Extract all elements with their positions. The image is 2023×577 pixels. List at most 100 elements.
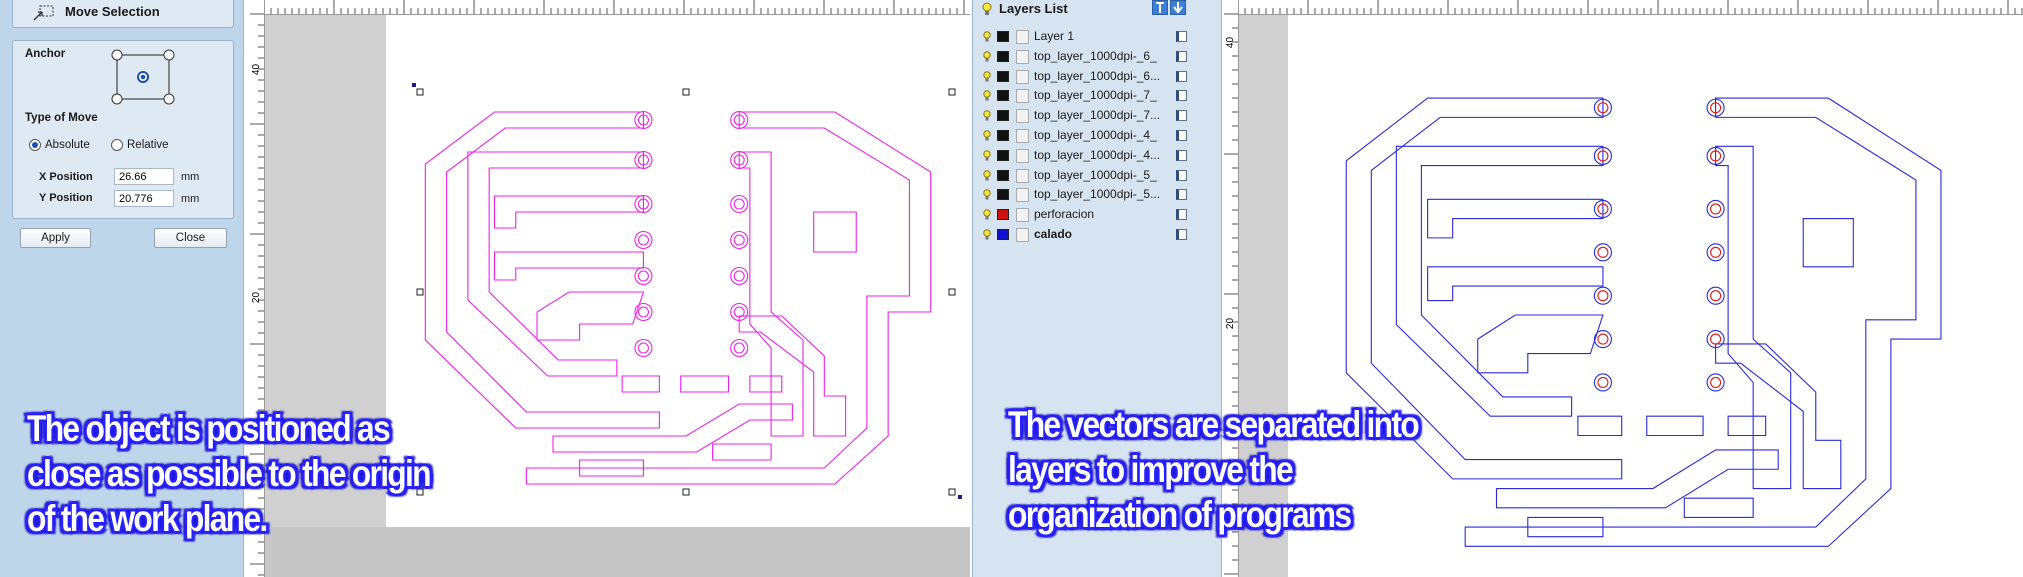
layer-color-swatch[interactable] [997,90,1009,102]
layer-color-swatch[interactable] [997,70,1009,82]
y-position-label: Y Position [39,192,93,204]
layers-list-title: Layers List [999,1,1068,16]
layer-lock-icon[interactable] [1176,110,1187,122]
relative-radio[interactable] [111,139,123,151]
pcb-pad [1593,330,1612,349]
pcb-drill-hole [1710,376,1722,389]
layer-color-swatch[interactable] [997,209,1009,221]
layer-lock-icon[interactable] [1176,229,1187,240]
layer-row[interactable]: perforacion [973,205,1213,224]
layer-color-swatch[interactable] [997,31,1009,42]
selection-handle [416,288,424,296]
pcb-pad [634,338,653,358]
layer-lock-icon[interactable] [1176,50,1187,62]
layer-color-swatch[interactable] [997,130,1009,141]
layer-thumbnail-icon [1016,168,1029,183]
visibility-bulb-icon[interactable] [983,149,991,167]
anchor-label: Anchor [25,48,66,60]
pcb-pad [634,266,653,286]
layer-row[interactable]: top_layer_1000dpi-_7... [973,106,1213,125]
visibility-bulb-icon[interactable] [983,70,991,88]
layer-name: top_layer_1000dpi-_7... [1034,108,1161,123]
pcb-pad [730,194,749,214]
layer-row[interactable]: Layer 1 [973,27,1213,46]
pcb-pad [1593,243,1612,262]
pcb-pad [1706,199,1725,219]
layer-thumbnail-icon [1016,129,1029,143]
layer-color-swatch[interactable] [997,229,1009,240]
layer-color-swatch[interactable] [997,149,1009,161]
move-layer-top-icon[interactable] [1152,0,1168,15]
pcb-drill-hole [1710,246,1722,258]
caption-right: The vectors are separated into layers to… [1008,404,1420,535]
visibility-bulb-icon[interactable] [983,188,991,206]
move-options-box: Anchor Type of Move Absolute Relative X … [12,40,234,219]
move-layer-down-icon[interactable] [1170,0,1186,15]
pcb-drill-hole [1597,290,1609,302]
layer-row[interactable]: top_layer_1000dpi-_4... [973,146,1213,165]
pcb-pad [634,302,653,322]
layer-row[interactable]: calado [973,225,1213,244]
y-position-input[interactable] [114,190,174,207]
layer-row[interactable]: top_layer_1000dpi-_6_ [973,47,1213,66]
pcb-drill-hole [1597,376,1609,389]
pcb-trace [425,112,659,428]
pcb-drill-hole [1710,203,1722,215]
layer-thumbnail-icon [1016,208,1029,223]
selection-handle [682,488,690,496]
layer-name: top_layer_1000dpi-_7_ [1034,88,1157,103]
layer-lock-icon[interactable] [1176,169,1187,181]
layer-lock-icon[interactable] [1176,149,1187,161]
layer-lock-icon[interactable] [1176,90,1187,102]
selection-handle [682,88,690,96]
layer-row[interactable]: top_layer_1000dpi-_4_ [973,126,1213,145]
visibility-bulb-icon[interactable] [983,129,991,147]
layer-name: top_layer_1000dpi-_6... [1034,68,1161,83]
layer-row[interactable]: top_layer_1000dpi-_7_ [973,86,1213,105]
pcb-drill-hole [637,306,649,318]
x-position-input[interactable] [114,168,174,185]
visibility-bulb-icon[interactable] [983,228,991,246]
visibility-bulb-icon[interactable] [983,109,991,127]
visibility-bulb-icon[interactable] [983,89,991,107]
layer-color-swatch[interactable] [997,189,1009,201]
layer-color-swatch[interactable] [997,169,1009,181]
pcb-drill-hole [1710,333,1722,345]
visibility-bulb-icon[interactable] [983,208,991,226]
pcb-trace [814,212,857,252]
close-button[interactable]: Close [154,228,227,248]
layer-lock-icon[interactable] [1176,189,1187,201]
pcb-drill-hole [637,270,649,282]
layer-lock-icon[interactable] [1176,31,1187,42]
absolute-label: Absolute [45,139,90,151]
y-unit-label: mm [181,193,200,205]
pcb-pad [634,230,653,250]
pcb-trace [739,152,803,436]
layer-row[interactable]: top_layer_1000dpi-_5... [973,185,1213,204]
visibility-bulb-icon[interactable] [983,169,991,187]
layer-row[interactable]: top_layer_1000dpi-_6... [973,67,1213,86]
anchor-selector[interactable] [106,49,182,105]
layer-color-swatch[interactable] [997,110,1009,122]
visibility-bulb-icon[interactable] [983,30,991,48]
apply-button[interactable]: Apply [20,228,91,248]
layer-row[interactable]: top_layer_1000dpi-_5_ [973,166,1213,185]
pcb-trace [494,252,643,280]
pcb-pad [1706,286,1725,305]
pcb-trace [1478,315,1603,373]
selection-corner-marker [412,83,416,87]
visibility-bulb-icon[interactable] [983,50,991,68]
absolute-radio[interactable] [29,139,41,151]
layer-name: top_layer_1000dpi-_5_ [1034,167,1157,182]
pcb-board [425,112,930,484]
pcb-trace [1578,416,1622,435]
layer-color-swatch[interactable] [997,50,1009,62]
pcb-trace [750,376,782,392]
selection-handle [948,288,956,296]
layer-lock-icon[interactable] [1176,70,1187,82]
selection-handle [948,88,956,96]
pcb-drill-hole [733,198,745,210]
layer-lock-icon[interactable] [1176,130,1187,141]
layer-lock-icon[interactable] [1176,209,1187,221]
pcb-drill-hole [733,342,745,354]
